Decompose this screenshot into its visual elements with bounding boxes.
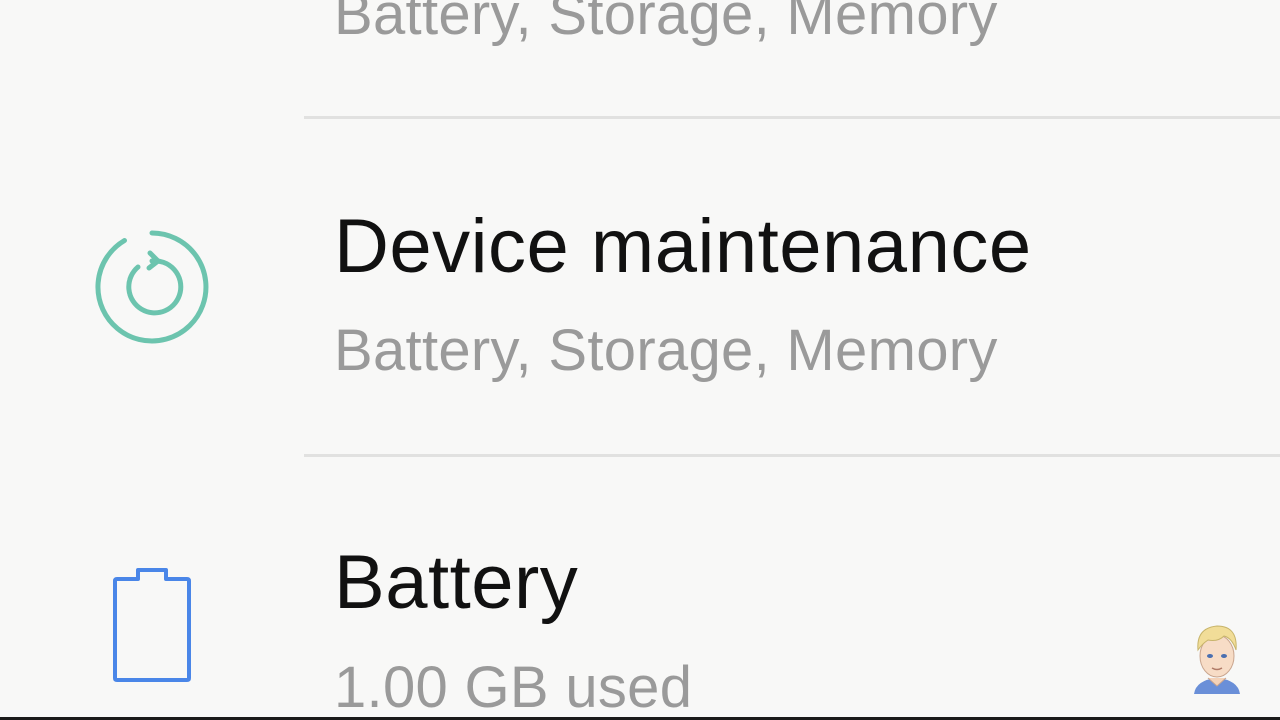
battery-subtitle: 1.00 GB used xyxy=(334,655,693,720)
avatar xyxy=(1194,625,1240,694)
battery-icon xyxy=(113,568,191,682)
device-maintenance-title: Device maintenance xyxy=(334,204,1032,289)
previous-item-icon xyxy=(98,0,208,8)
device-maintenance-icon xyxy=(95,230,209,344)
settings-screen: Battery, Storage, Memory Device maintena… xyxy=(0,0,1280,720)
device-maintenance-subtitle: Battery, Storage, Memory xyxy=(334,318,998,383)
previous-item-subtitle: Battery, Storage, Memory xyxy=(334,0,998,47)
list-item-battery[interactable]: Battery 1.00 GB used xyxy=(0,457,1280,720)
list-item-device-maintenance[interactable]: Device maintenance Battery, Storage, Mem… xyxy=(0,119,1280,455)
battery-title: Battery xyxy=(334,540,579,625)
list-item-previous[interactable]: Battery, Storage, Memory xyxy=(0,0,1280,118)
